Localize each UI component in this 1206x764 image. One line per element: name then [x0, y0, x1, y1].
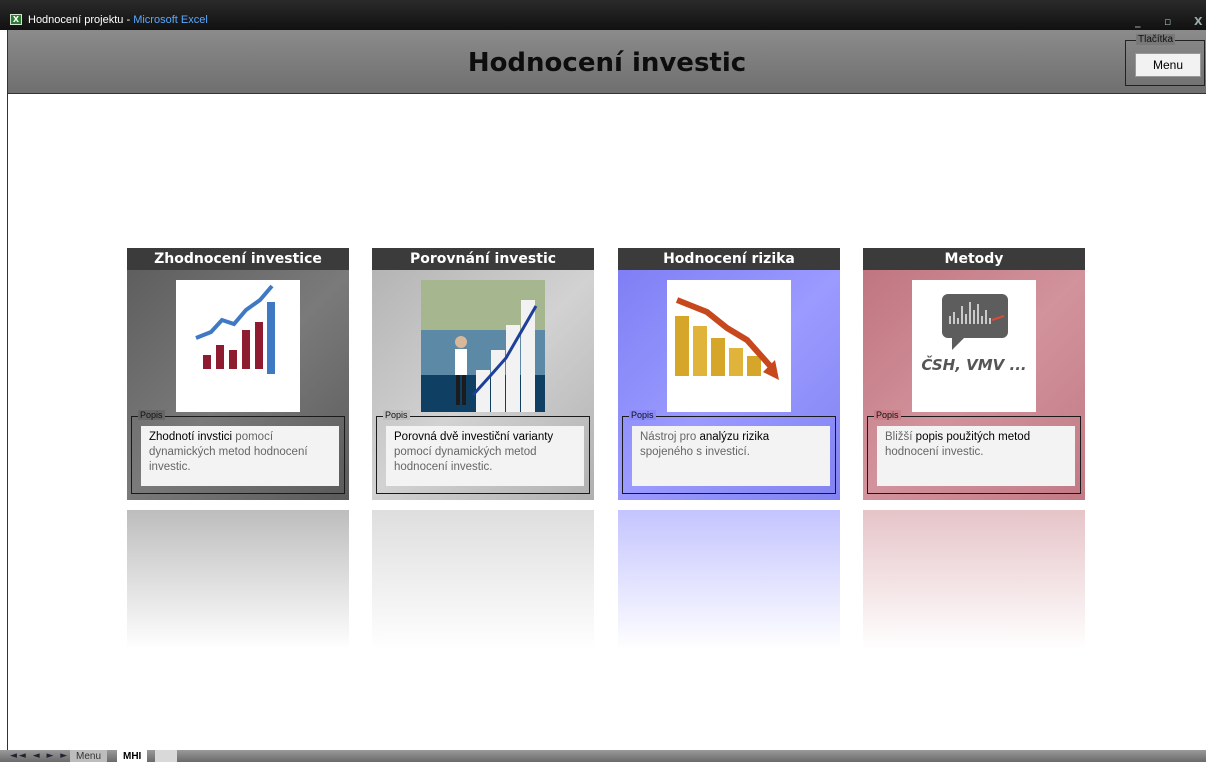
sheet-tab-mhi[interactable]: MHI — [117, 750, 148, 762]
description-group: Popis Zhodnotí invstici pomocí dynamický… — [131, 410, 345, 494]
card-reflection — [127, 510, 349, 650]
document-name: Hodnocení projektu — [28, 14, 124, 26]
excel-app-icon: X — [10, 14, 22, 25]
page-title: Hodnocení investic — [467, 48, 747, 78]
card-title[interactable]: Hodnocení rizika — [618, 248, 840, 270]
description-text: hodnocení investic. — [885, 446, 984, 458]
card-description: Porovná dvě investiční varianty pomocí d… — [386, 426, 584, 486]
description-highlight: Porovná dvě investiční varianty — [394, 431, 554, 443]
sheet-tab-menu[interactable]: Menu — [70, 750, 108, 762]
description-prefix: Bližší — [885, 431, 916, 443]
falling-coins-icon[interactable] — [667, 280, 791, 412]
description-highlight: Zhodnotí invstici — [149, 431, 233, 443]
buttons-group: Tlačítka Menu — [1125, 34, 1205, 86]
card-description: Zhodnotí invstici pomocí dynamických met… — [141, 426, 339, 486]
card-title[interactable]: Porovnání investic — [372, 248, 594, 270]
card-title[interactable]: Metody — [863, 248, 1085, 270]
businessman-chart-icon[interactable] — [421, 280, 545, 412]
sheet-tab-bar: ◄◄ ◄ ► ►I Menu MHI — [0, 750, 1206, 762]
restore-button[interactable]: ▫ — [1164, 15, 1171, 28]
sheet-left-border — [7, 30, 8, 762]
window-title: Hodnocení projektu - Microsoft Excel — [28, 14, 208, 26]
close-button[interactable]: X — [1194, 15, 1202, 28]
description-group: Popis Bližší popis použitých metod hodno… — [867, 410, 1081, 494]
buttons-group-label: Tlačítka — [1136, 34, 1176, 45]
menu-button[interactable]: Menu — [1135, 53, 1201, 77]
description-legend: Popis — [383, 410, 410, 420]
app-name: Microsoft Excel — [133, 14, 208, 26]
description-legend: Popis — [874, 410, 901, 420]
insert-sheet-tab-icon[interactable] — [155, 750, 177, 762]
card-porovnani-investic[interactable]: Porovnání investic Popis Porovná dvě inv… — [372, 248, 594, 500]
description-legend: Popis — [138, 410, 165, 420]
sheet-navigation-arrows[interactable]: ◄◄ ◄ ► ►I — [10, 751, 74, 761]
card-hodnoceni-rizika[interactable]: Hodnocení rizika Popis Nástroj pro analý… — [618, 248, 840, 500]
card-metody[interactable]: Metody ČSH, VMV ... Popis Bližší popis p… — [863, 248, 1085, 500]
methods-abbrev-text: ČSH, VMV ... — [921, 356, 1027, 374]
growth-chart-icon[interactable] — [176, 280, 300, 412]
description-legend: Popis — [629, 410, 656, 420]
description-text: pomocí dynamických metod hodnocení inves… — [394, 446, 537, 473]
card-description: Bližší popis použitých metod hodnocení i… — [877, 426, 1075, 486]
description-group: Popis Porovná dvě investiční varianty po… — [376, 410, 590, 494]
header-band: Hodnocení investic — [8, 30, 1206, 94]
card-title[interactable]: Zhodnocení investice — [127, 248, 349, 270]
card-reflection — [372, 510, 594, 650]
description-prefix: Nástroj pro — [640, 431, 700, 443]
window-title-bar: X Hodnocení projektu - Microsoft Excel _… — [0, 0, 1206, 30]
minimize-button[interactable]: _ — [1135, 15, 1141, 28]
title-separator: - — [123, 14, 134, 26]
description-highlight: popis použitých metod — [915, 431, 1031, 443]
card-description: Nástroj pro analýzu rizika spojeného s i… — [632, 426, 830, 486]
methods-speech-bubble-icon[interactable]: ČSH, VMV ... — [912, 280, 1036, 412]
card-reflection — [618, 510, 840, 650]
description-highlight: analýzu rizika — [699, 431, 770, 443]
description-text: spojeného s investicí. — [640, 446, 750, 458]
description-group: Popis Nástroj pro analýzu rizika spojené… — [622, 410, 836, 494]
card-reflection — [863, 510, 1085, 650]
card-zhodnoceni-investice[interactable]: Zhodnocení investice Popis Zhodnotí invs… — [127, 248, 349, 500]
